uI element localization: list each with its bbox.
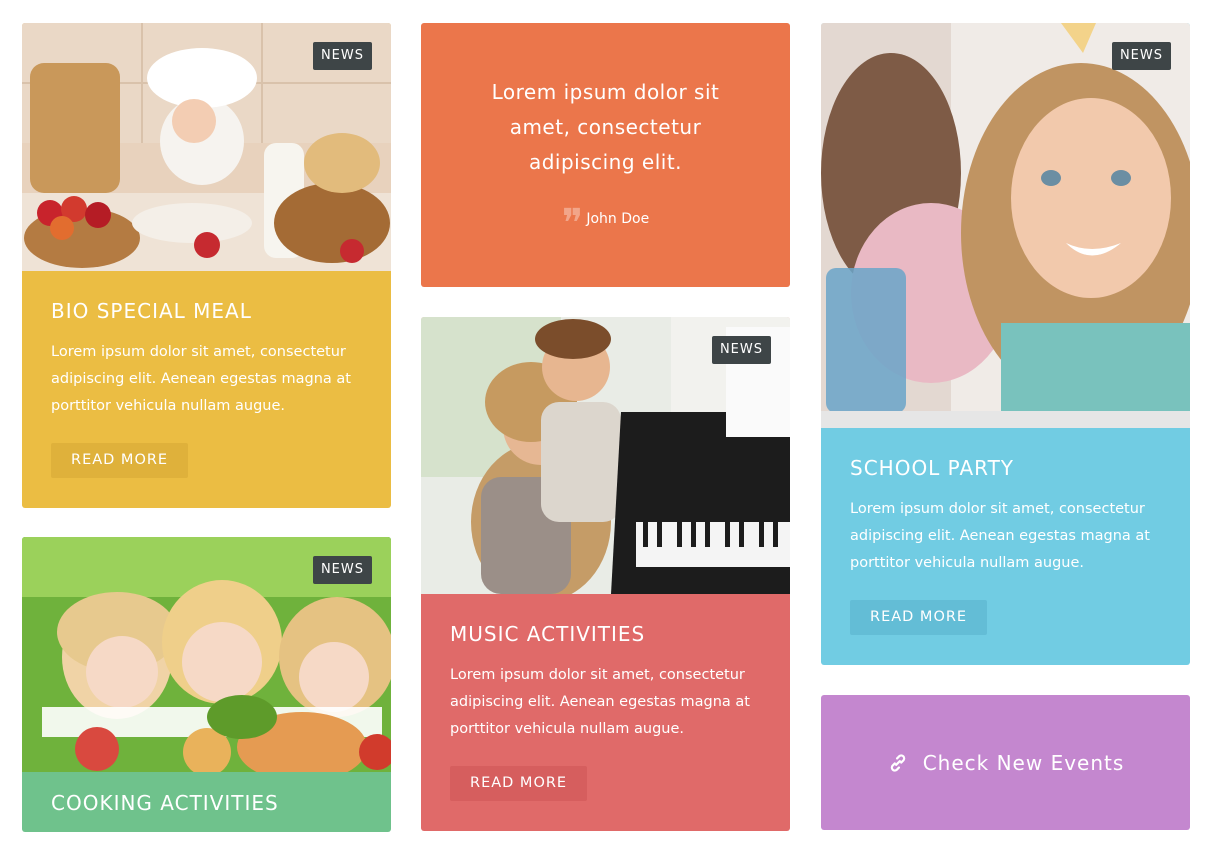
card-school-party: NEWS SCHOOL PARTY Lorem ipsum dolor sit … [821, 23, 1190, 665]
kids-vegetables-photo[interactable]: NEWS [22, 537, 391, 772]
card-music-activities: NEWS MUSIC ACTIVITIES Lorem ipsum dolor … [421, 317, 790, 831]
news-badge[interactable]: NEWS [711, 336, 771, 364]
card-text: Lorem ipsum dolor sit amet, consectetur … [850, 501, 1150, 571]
testimonial-card: Lorem ipsum dolor sit amet, consectetur … [421, 23, 790, 287]
news-badge[interactable]: NEWS [312, 556, 372, 584]
card-title[interactable]: MUSIC ACTIVITIES [450, 622, 761, 646]
card-cooking-activities: NEWS COOKING ACTIVITIES [22, 537, 391, 832]
girl-party-image [821, 23, 1190, 428]
card-title[interactable]: COOKING ACTIVITIES [51, 791, 362, 815]
quote-icon: ❞ [561, 201, 583, 247]
card-title[interactable]: SCHOOL PARTY [850, 456, 1161, 480]
news-badge[interactable]: NEWS [312, 42, 372, 70]
girl-party-photo[interactable]: NEWS [821, 23, 1190, 428]
check-new-events-button[interactable]: Check New Events [821, 695, 1190, 830]
link-icon [890, 753, 905, 772]
quote-text: Lorem ipsum dolor sit amet, consectetur … [491, 80, 720, 174]
card-bio-special-meal: NEWS BIO SPECIAL MEAL Lorem ipsum dolor … [22, 23, 391, 508]
read-more-button[interactable]: READ MORE [850, 600, 988, 635]
kids-piano-photo[interactable]: NEWS [421, 317, 790, 594]
card-title[interactable]: BIO SPECIAL MEAL [51, 299, 362, 323]
card-text: Lorem ipsum dolor sit amet, consectetur … [450, 667, 750, 737]
card-text: Lorem ipsum dolor sit amet, consectetur … [51, 344, 351, 414]
quote-author: ❞ John Doe [421, 201, 790, 247]
baby-chef-photo[interactable]: NEWS [22, 23, 391, 271]
news-badge[interactable]: NEWS [1111, 42, 1171, 70]
author-name: John Doe [586, 211, 650, 227]
read-more-button[interactable]: READ MORE [450, 766, 588, 801]
read-more-button[interactable]: READ MORE [51, 443, 189, 478]
check-new-events-label: Check New Events [922, 750, 1125, 775]
